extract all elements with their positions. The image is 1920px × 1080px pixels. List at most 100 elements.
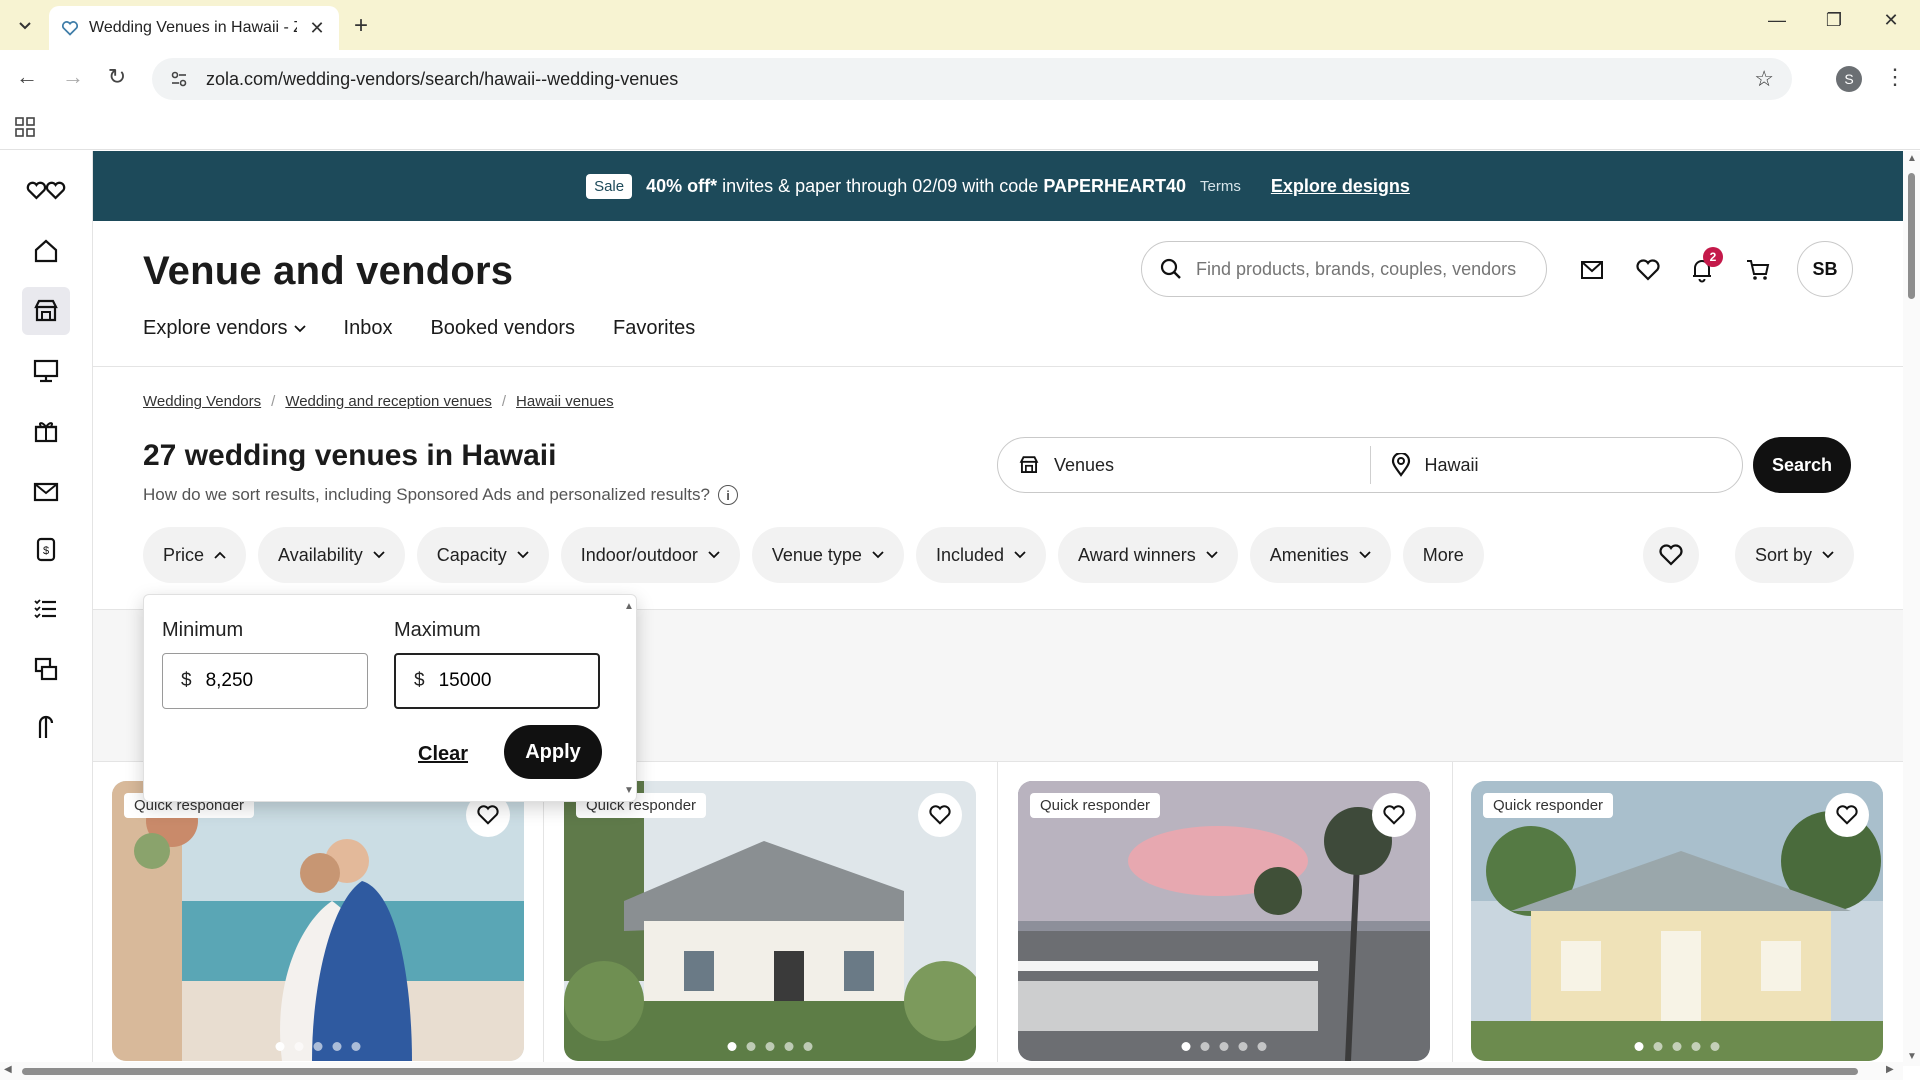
checklist-icon[interactable]: [26, 589, 66, 629]
promo-body: invites & paper through 02/09 with code: [717, 175, 1044, 196]
filter-award-winners[interactable]: Award winners: [1058, 527, 1238, 583]
user-avatar[interactable]: SB: [1797, 241, 1853, 297]
notifications-bell-icon[interactable]: 2: [1687, 247, 1723, 285]
browser-menu-icon[interactable]: ⋮: [1884, 64, 1906, 90]
home-icon[interactable]: [26, 231, 66, 271]
divider: [1452, 762, 1453, 1066]
site-search-box[interactable]: [1141, 241, 1547, 297]
venue-card[interactable]: Quick responder: [1471, 781, 1883, 1061]
divider: [997, 762, 998, 1066]
horizontal-scrollbar[interactable]: ◀ ▶: [0, 1062, 1903, 1080]
back-button[interactable]: ←: [12, 64, 42, 90]
page-content: Sale 40% off* invites & paper through 02…: [93, 151, 1903, 1066]
explore-designs-link[interactable]: Explore designs: [1271, 176, 1410, 197]
scroll-left-icon[interactable]: ◀: [4, 1064, 12, 1075]
save-venue-heart-icon[interactable]: [1825, 793, 1869, 837]
filter-more[interactable]: More: [1402, 527, 1484, 583]
inspiration-icon[interactable]: [26, 707, 66, 747]
carousel-dots[interactable]: [275, 1042, 361, 1051]
scroll-up-icon[interactable]: ▲: [1907, 153, 1917, 164]
filter-indoor-outdoor[interactable]: Indoor/outdoor: [560, 527, 740, 583]
favorites-link[interactable]: Favorites: [613, 317, 695, 340]
filter-amenities[interactable]: Amenities: [1249, 527, 1391, 583]
omnibox[interactable]: zola.com/wedding-vendors/search/hawaii--…: [152, 58, 1792, 100]
scroll-down-icon[interactable]: ▼: [1907, 1051, 1917, 1062]
clear-button[interactable]: Clear: [418, 743, 468, 766]
filter-venue-type[interactable]: Venue type: [751, 527, 904, 583]
cart-icon[interactable]: [1743, 255, 1773, 285]
maximum-price-input[interactable]: [438, 670, 569, 692]
site-settings-icon[interactable]: [170, 70, 188, 88]
venue-card[interactable]: Quick responder: [112, 781, 524, 1061]
scroll-right-icon[interactable]: ▶: [1886, 1064, 1894, 1075]
forward-button[interactable]: →: [58, 64, 88, 90]
website-monitor-icon[interactable]: [26, 351, 66, 391]
vendors-storefront-icon[interactable]: [22, 287, 70, 335]
close-window-button[interactable]: ✕: [1871, 10, 1911, 31]
horizontal-scroll-thumb[interactable]: [22, 1068, 1858, 1075]
explore-vendors-menu[interactable]: Explore vendors: [143, 317, 306, 340]
carousel-dots[interactable]: [1634, 1042, 1720, 1051]
restore-button[interactable]: ❐: [1814, 10, 1854, 31]
filter-label: Venue type: [771, 544, 862, 565]
popover-scroll-up-icon[interactable]: ▲: [624, 601, 634, 612]
results-heading: 27 wedding venues in Hawaii: [143, 439, 557, 472]
category-field[interactable]: Venues: [998, 438, 1370, 492]
zola-logo-icon[interactable]: [26, 171, 66, 211]
reload-button[interactable]: ↻: [102, 64, 132, 90]
apps-grid-icon[interactable]: [14, 116, 36, 143]
budget-icon[interactable]: $: [26, 529, 66, 569]
vertical-scrollbar[interactable]: ▲ ▼: [1903, 151, 1920, 1066]
maximum-price-field[interactable]: $: [394, 653, 600, 709]
info-icon[interactable]: i: [718, 485, 738, 505]
filter-price[interactable]: Price: [143, 527, 247, 583]
tab-close-icon[interactable]: ✕: [307, 18, 327, 39]
minimize-button[interactable]: —: [1757, 10, 1797, 31]
location-field[interactable]: Hawaii: [1371, 438, 1743, 492]
messages-envelope-icon[interactable]: [1577, 255, 1607, 285]
browser-tab-active[interactable]: Wedding Venues in Hawaii - Zo ✕: [49, 6, 339, 50]
filter-availability[interactable]: Availability: [258, 527, 405, 583]
breadcrumb-reception-venues[interactable]: Wedding and reception venues: [285, 393, 492, 410]
favorites-heart-icon[interactable]: [1633, 255, 1663, 285]
inbox-link[interactable]: Inbox: [344, 317, 393, 340]
breadcrumb-wedding-vendors[interactable]: Wedding Vendors: [143, 393, 261, 410]
popover-scroll-down-icon[interactable]: ▼: [624, 785, 634, 796]
booked-vendors-link[interactable]: Booked vendors: [430, 317, 575, 340]
filter-label: Price: [163, 544, 205, 565]
save-venue-heart-icon[interactable]: [918, 793, 962, 837]
sort-by-dropdown[interactable]: Sort by: [1735, 527, 1855, 583]
currency-symbol: $: [181, 670, 192, 691]
breadcrumb-separator: /: [271, 393, 276, 410]
carousel-dots[interactable]: [1181, 1042, 1267, 1051]
currency-symbol: $: [414, 670, 425, 691]
minimum-price-field[interactable]: $: [162, 653, 368, 709]
new-tab-button[interactable]: +: [354, 12, 368, 40]
promo-terms-link[interactable]: Terms: [1200, 178, 1241, 195]
sale-badge: Sale: [586, 173, 633, 199]
favorites-filter-button[interactable]: [1643, 527, 1699, 583]
chevron-down-icon: [517, 551, 529, 559]
chevron-down-icon: [293, 324, 306, 332]
filter-included[interactable]: Included: [915, 527, 1047, 583]
filter-capacity[interactable]: Capacity: [416, 527, 549, 583]
carousel-dots[interactable]: [727, 1042, 813, 1051]
minimum-price-input[interactable]: [205, 670, 336, 692]
breadcrumb-hawaii-venues[interactable]: Hawaii venues: [516, 393, 614, 410]
bookmark-star-icon[interactable]: ☆: [1754, 66, 1774, 92]
quick-responder-badge: Quick responder: [1030, 793, 1161, 818]
guest-list-icon[interactable]: [26, 649, 66, 689]
vertical-scroll-thumb[interactable]: [1908, 173, 1915, 299]
venue-card[interactable]: Quick responder: [1018, 781, 1430, 1061]
apply-button[interactable]: Apply: [504, 725, 602, 779]
venue-card[interactable]: Quick responder: [564, 781, 976, 1061]
search-button[interactable]: Search: [1753, 437, 1851, 493]
save-venue-heart-icon[interactable]: [1372, 793, 1416, 837]
site-search-input[interactable]: [1196, 258, 1516, 280]
invitations-mail-icon[interactable]: [26, 471, 66, 511]
promo-text: 40% off* invites & paper through 02/09 w…: [646, 176, 1186, 197]
browser-profile-avatar[interactable]: S: [1836, 66, 1862, 92]
registry-gift-icon[interactable]: [26, 411, 66, 451]
tab-search-button[interactable]: [10, 12, 40, 38]
location-pin-icon: [1391, 453, 1410, 477]
